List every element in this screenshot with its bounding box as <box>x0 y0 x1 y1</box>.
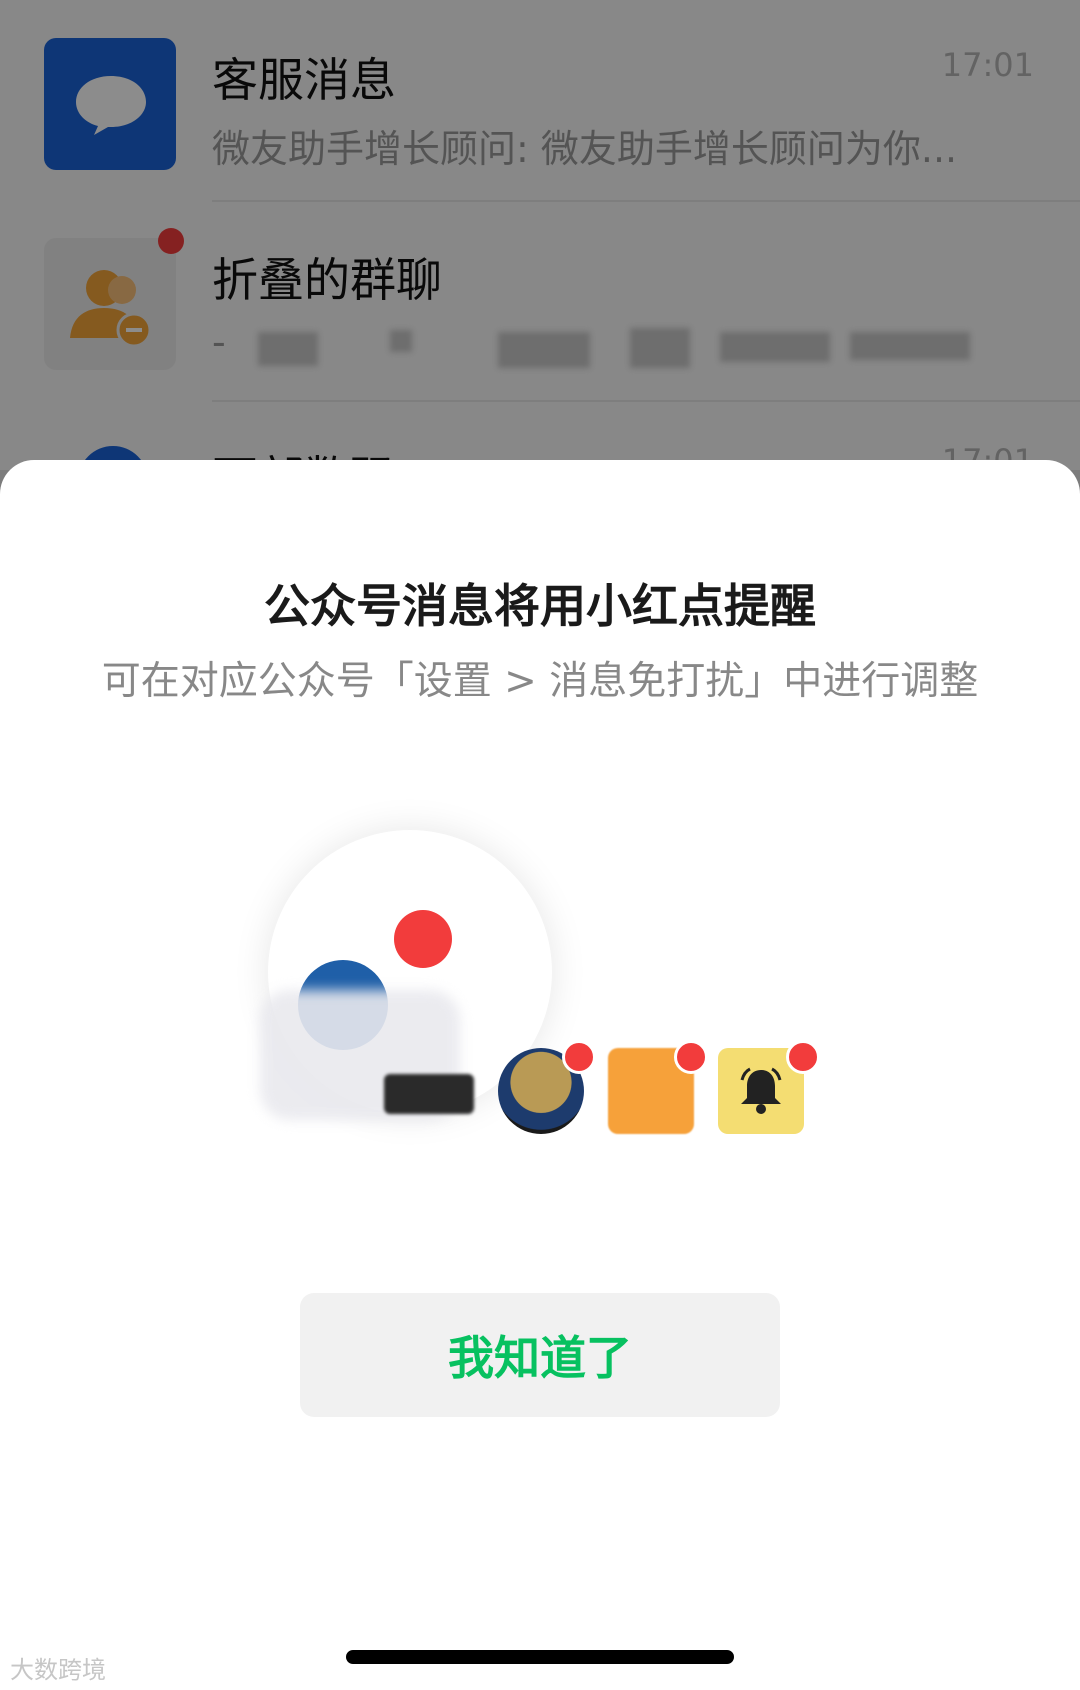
got-it-button[interactable]: 我知道了 <box>300 1293 780 1417</box>
red-dot-badge <box>674 1040 708 1074</box>
red-dot-badge <box>394 910 452 968</box>
watermark: 大数跨境 <box>10 1656 106 1684</box>
notice-sheet: 公众号消息将用小红点提醒 可在对应公众号「设置 > 消息免打扰」中进行调整 我知… <box>0 460 1080 1690</box>
redacted-area <box>384 1074 474 1114</box>
home-indicator[interactable] <box>346 1650 734 1664</box>
dim-overlay[interactable] <box>0 0 1080 470</box>
red-dot-illustration <box>0 760 1080 1320</box>
sheet-subtitle: 可在对应公众号「设置 > 消息免打扰」中进行调整 <box>101 659 979 704</box>
red-dot-badge <box>786 1040 820 1074</box>
red-dot-badge <box>562 1040 596 1074</box>
bell-icon <box>740 1067 782 1114</box>
sheet-title: 公众号消息将用小红点提醒 <box>264 579 816 633</box>
chat-list: 客服消息 微友助手增长顾问: 微友助手增长顾问为你... 17:01 折叠的群聊… <box>0 0 1080 516</box>
